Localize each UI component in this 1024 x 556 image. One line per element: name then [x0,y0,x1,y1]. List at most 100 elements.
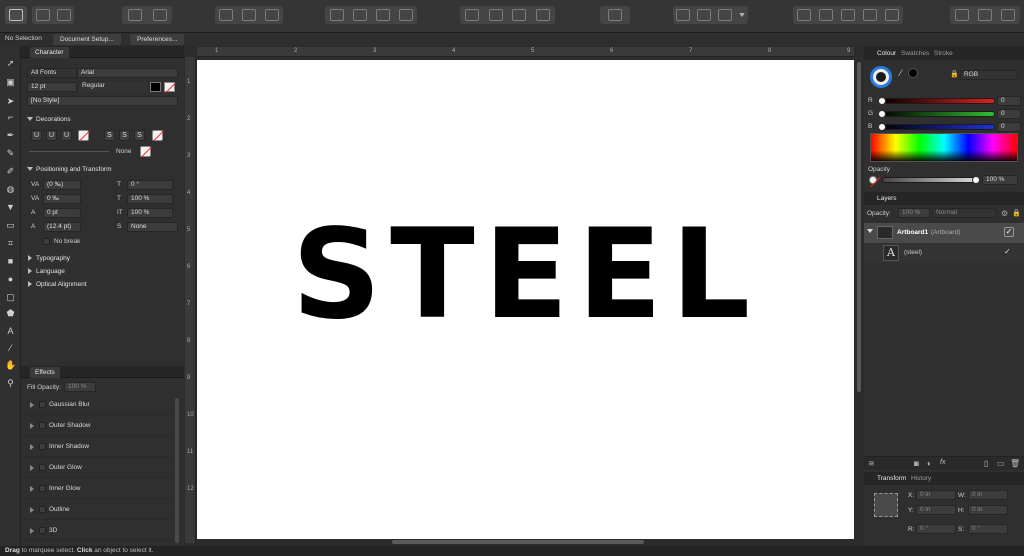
pentagon-icon[interactable] [127,9,142,21]
layer-lock-icon[interactable]: 🔒 [1012,209,1021,217]
colour-spectrum[interactable] [870,133,1018,162]
text-stroke-swatch[interactable] [164,82,175,92]
snapping-group[interactable] [673,6,748,24]
rotate-frame-icon[interactable] [264,9,279,21]
rounded-rect-tool-icon[interactable]: ▢ [5,292,16,303]
preferences-button[interactable]: Preferences... [130,34,185,45]
expand-icon[interactable] [867,229,873,233]
artistic-text-steel[interactable]: STEEL [197,200,854,350]
place-image-tool-icon[interactable]: ▭ [5,220,16,231]
layer-stack-icon[interactable]: ≋ [868,459,875,468]
chevron-right-icon[interactable] [30,528,34,534]
zoom-tool-icon[interactable]: ⚲ [5,378,16,389]
arrange-forward-icon[interactable] [375,9,390,21]
snapping-grid-icon[interactable] [676,9,691,21]
arrange-group[interactable] [325,6,417,24]
artboard[interactable]: STEEL [197,60,854,539]
tab-character[interactable]: Character [30,47,69,58]
layer-row-text[interactable]: A (steel) ✓ [864,243,1024,263]
underline-colour-swatch[interactable] [78,130,89,141]
magnet-icon[interactable] [717,9,732,21]
blue-value[interactable]: 0 [997,122,1021,132]
effect-checkbox[interactable] [39,485,46,492]
fill-tool-icon[interactable]: ◍ [5,184,16,195]
baseline-field[interactable]: 0 pt [43,208,81,218]
red-slider[interactable] [878,97,995,105]
opacity-slider-knob[interactable] [972,176,980,184]
subtract-icon[interactable] [819,9,833,21]
chevron-right-icon[interactable] [30,423,34,429]
rotate-left-icon[interactable] [512,9,527,21]
font-style-select[interactable]: Regular [79,82,147,92]
underline-button[interactable]: U [31,130,42,141]
pencil-tool-icon[interactable]: ✎ [5,148,16,159]
underline-alt-button[interactable]: U [61,130,72,141]
kerning-field[interactable]: (0 ‰) [43,180,81,190]
flip-group[interactable] [460,6,555,24]
opacity-slider[interactable] [882,176,980,184]
fx-icon[interactable]: fx [940,459,945,466]
layers-opacity-field[interactable]: 100 % [898,208,930,218]
speech-icon[interactable] [954,9,969,21]
effect-checkbox[interactable] [39,443,46,450]
effect-item[interactable]: Outer Glow [23,458,173,478]
blend-mode-select[interactable]: Normal [932,208,996,218]
flip-v-icon[interactable] [488,9,503,21]
text-tool-icon[interactable]: A [5,326,16,337]
assistant-group[interactable] [122,6,172,24]
effects-scrollbar[interactable] [175,398,179,543]
arrange-back-icon[interactable] [329,9,344,21]
tab-history[interactable]: History [911,475,931,482]
pie-icon[interactable] [1001,9,1016,21]
chevron-down-icon[interactable] [738,13,745,17]
stroke-colour-well[interactable] [876,72,886,82]
chevron-right-icon[interactable] [30,444,34,450]
double-underline-button[interactable]: U [46,130,57,141]
layer-row-artboard[interactable]: Artboard1 (Artboard) ✓ [864,223,1024,243]
font-family-select[interactable]: Arial [77,68,178,78]
hand-tool-icon[interactable]: ✋ [5,360,16,371]
mask-icon[interactable]: ◙ [914,459,919,468]
chevron-right-icon[interactable] [30,465,34,471]
move-tool-icon[interactable]: ➚ [5,58,16,69]
recent-colour-dot[interactable] [908,68,918,78]
flip-h-icon[interactable] [464,9,479,21]
effect-checkbox[interactable] [39,527,46,534]
rectangle-tool-icon[interactable]: ■ [5,256,16,267]
layer-visibility-check[interactable]: ✓ [1004,247,1011,256]
tab-colour[interactable]: Colour [877,50,896,57]
font-size-field[interactable]: 12 pt [27,82,77,92]
boolean-group[interactable] [793,6,903,24]
share-icon[interactable] [56,9,71,21]
align-button[interactable] [600,6,630,24]
chevron-right-icon[interactable] [30,402,34,408]
x-field[interactable]: 0 in [916,490,956,500]
red-slider-knob[interactable] [878,97,886,105]
leading-field[interactable]: (12.4 pt) [43,222,81,232]
chevron-right-icon[interactable] [30,486,34,492]
strike-button[interactable]: S [104,130,115,141]
effect-checkbox[interactable] [39,422,46,429]
tab-stroke[interactable]: Stroke [934,50,953,57]
shear-field[interactable]: 0 ° [968,524,1008,534]
pen-tool-icon[interactable]: ✒ [5,130,16,141]
decoration-colour-swatch[interactable] [140,146,151,157]
language-section[interactable]: Language [21,266,184,277]
red-value[interactable]: 0 [997,96,1021,106]
group-icon[interactable]: ▭ [997,459,1005,468]
xor-icon[interactable] [863,9,877,21]
snapping-toggle-icon[interactable] [697,9,712,21]
rotation-field[interactable]: 0 ° [916,524,956,534]
green-slider-knob[interactable] [878,110,886,118]
optical-alignment-section[interactable]: Optical Alignment [21,279,184,290]
eyedropper-tool-icon[interactable]: ⁄ [5,343,16,354]
effect-item[interactable]: Inner Glow [23,479,173,499]
horizontal-scrollbar[interactable] [392,540,644,544]
blue-slider-knob[interactable] [878,123,886,131]
adjustment-icon[interactable]: ◐ [927,459,932,468]
positioning-section[interactable]: Positioning and Transform [21,164,184,175]
align-icon[interactable] [608,9,622,21]
transparency-tool-icon[interactable]: ▼ [5,202,16,213]
typography-section[interactable]: Typography [21,253,184,264]
arrange-front-icon[interactable] [398,9,413,21]
